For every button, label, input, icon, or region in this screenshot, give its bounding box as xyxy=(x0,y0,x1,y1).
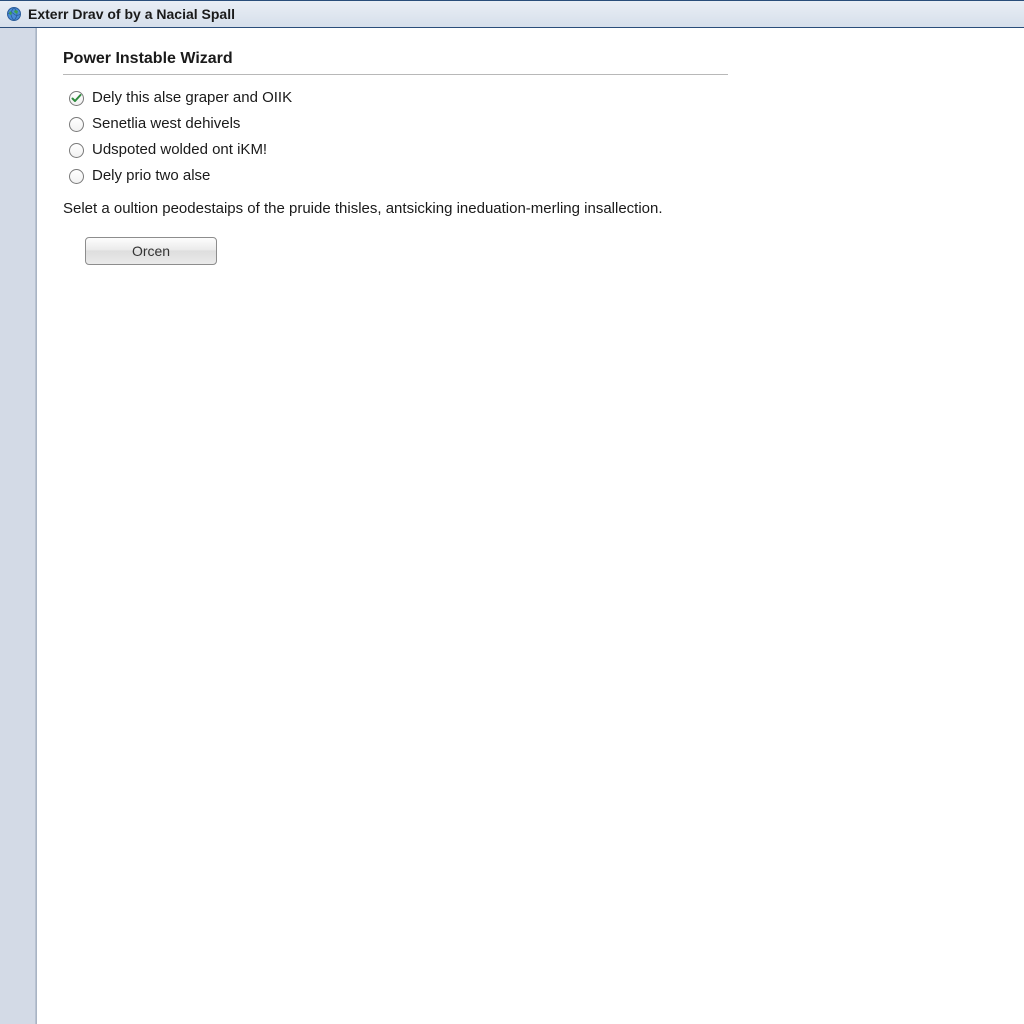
window-body: Power Instable Wizard Dely this alse gra… xyxy=(0,28,1024,1024)
radio-icon xyxy=(69,169,84,184)
wizard-option-2[interactable]: Udspoted wolded ont iKM! xyxy=(69,139,998,161)
wizard-option-label: Udspoted wolded ont iKM! xyxy=(92,139,267,161)
radio-icon xyxy=(69,143,84,158)
content-pane: Power Instable Wizard Dely this alse gra… xyxy=(36,28,1024,1024)
wizard-option-3[interactable]: Dely prio two alse xyxy=(69,165,998,187)
window-title: Exterr Drav of by a Nacial Spall xyxy=(28,6,235,22)
wizard-option-label: Dely prio two alse xyxy=(92,165,210,187)
checkmark-icon xyxy=(71,93,82,104)
wizard-options-group: Dely this alse graper and OIIK Senetlia … xyxy=(69,87,998,187)
left-gutter xyxy=(0,28,36,1024)
button-label: Orcen xyxy=(132,243,170,259)
wizard-option-1[interactable]: Senetlia west dehivels xyxy=(69,113,998,135)
globe-icon xyxy=(6,6,22,22)
wizard-option-label: Dely this alse graper and OIIK xyxy=(92,87,292,109)
orcen-button[interactable]: Orcen xyxy=(85,237,217,265)
wizard-option-label: Senetlia west dehivels xyxy=(92,113,240,135)
button-row: Orcen xyxy=(85,237,998,265)
heading-rule xyxy=(63,74,728,75)
radio-icon xyxy=(69,91,84,106)
wizard-option-0[interactable]: Dely this alse graper and OIIK xyxy=(69,87,998,109)
radio-icon xyxy=(69,117,84,132)
window-titlebar[interactable]: Exterr Drav of by a Nacial Spall xyxy=(0,0,1024,28)
wizard-heading: Power Instable Wizard xyxy=(63,50,998,74)
wizard-window: Exterr Drav of by a Nacial Spall Power I… xyxy=(0,0,1024,1024)
wizard-description: Selet a oultion peodestaips of the pruid… xyxy=(63,199,998,219)
